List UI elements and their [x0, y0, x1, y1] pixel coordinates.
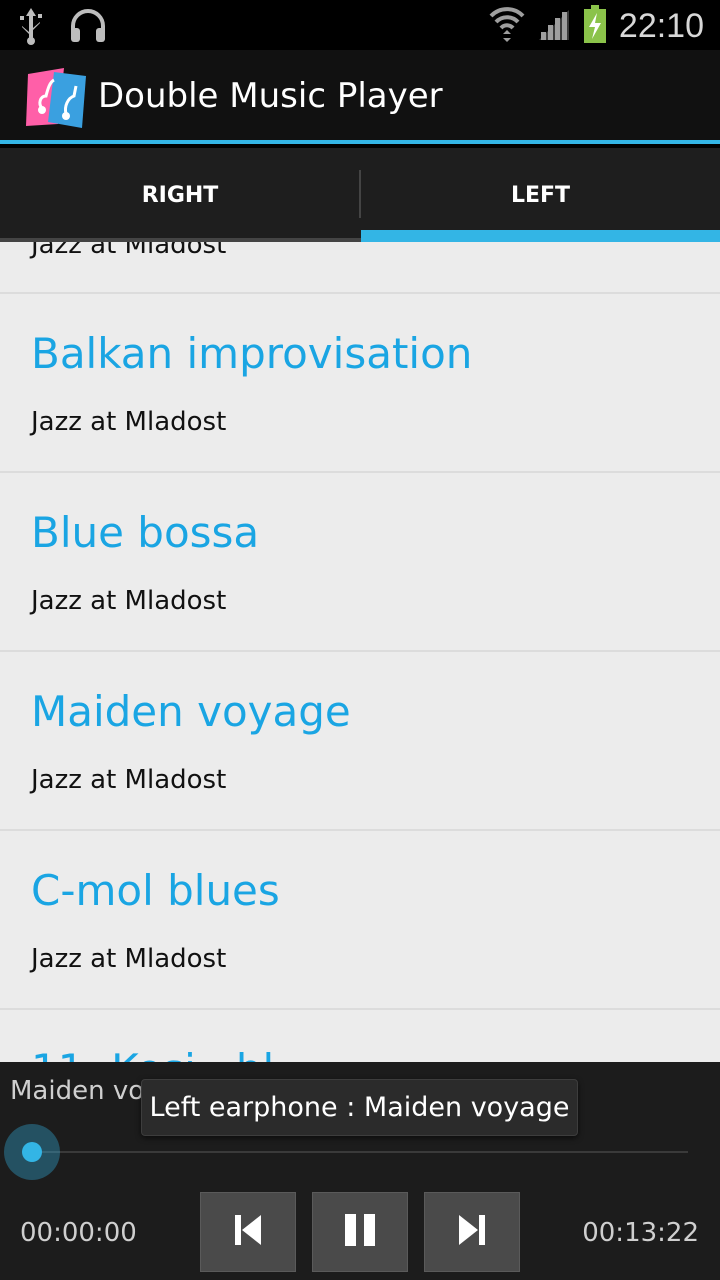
previous-button[interactable] [200, 1192, 296, 1272]
list-item[interactable]: 11. Kosi...bl... [0, 1010, 720, 1062]
pause-icon [343, 1212, 377, 1252]
status-bar: 22:10 [0, 0, 720, 50]
list-item[interactable]: C-mol blues Jazz at Mladost [0, 831, 720, 1010]
app-logo-icon [24, 66, 88, 130]
action-bar: Double Music Player [0, 50, 720, 144]
list-item[interactable]: Blue bossa Jazz at Mladost [0, 473, 720, 652]
list-item[interactable]: Jazz at Mladost [0, 242, 720, 294]
now-playing-title: Maiden vo [10, 1076, 145, 1106]
total-time: 00:13:22 [582, 1218, 699, 1248]
pause-button[interactable] [312, 1192, 408, 1272]
status-time: 22:10 [618, 7, 704, 45]
track-title: Blue bossa [31, 508, 260, 557]
list-item[interactable]: Maiden voyage Jazz at Mladost [0, 652, 720, 831]
tab-selected-indicator [361, 230, 720, 242]
toast-text: Left earphone : Maiden voyage [149, 1092, 570, 1123]
track-title: C-mol blues [31, 866, 280, 915]
tab-left-label: LEFT [510, 182, 571, 208]
toast-message: Left earphone : Maiden voyage [141, 1079, 578, 1136]
track-artist: Jazz at Mladost [31, 586, 227, 616]
track-artist: Jazz at Mladost [31, 407, 227, 437]
tab-right-label: RIGHT [141, 182, 219, 208]
next-button[interactable] [424, 1192, 520, 1272]
list-item[interactable]: Balkan improvisation Jazz at Mladost [0, 294, 720, 473]
usb-icon [16, 6, 46, 50]
wifi-icon [489, 4, 525, 48]
signal-icon [537, 6, 571, 46]
next-icon [457, 1213, 487, 1251]
headphones-icon [68, 8, 108, 48]
app-title: Double Music Player [98, 76, 443, 116]
seek-bar[interactable] [32, 1151, 688, 1153]
tab-left[interactable]: LEFT [361, 148, 720, 242]
seek-thumb[interactable] [22, 1142, 42, 1162]
track-artist: Jazz at Mladost [31, 242, 227, 260]
battery-charging-icon [583, 4, 607, 48]
track-title: Balkan improvisation [31, 329, 473, 378]
tab-bar: RIGHT LEFT [0, 148, 720, 242]
previous-icon [233, 1213, 263, 1251]
track-title: Maiden voyage [31, 687, 351, 736]
player-panel: Maiden vo 00:00:00 00:13:22 Left earphon… [0, 1062, 720, 1280]
track-artist: Jazz at Mladost [31, 944, 227, 974]
tab-right[interactable]: RIGHT [0, 148, 360, 242]
track-list[interactable]: Jazz at Mladost Balkan improvisation Jaz… [0, 242, 720, 1062]
current-time: 00:00:00 [20, 1218, 137, 1248]
track-title: 11. Kosi...bl... [31, 1045, 314, 1062]
track-artist: Jazz at Mladost [31, 765, 227, 795]
